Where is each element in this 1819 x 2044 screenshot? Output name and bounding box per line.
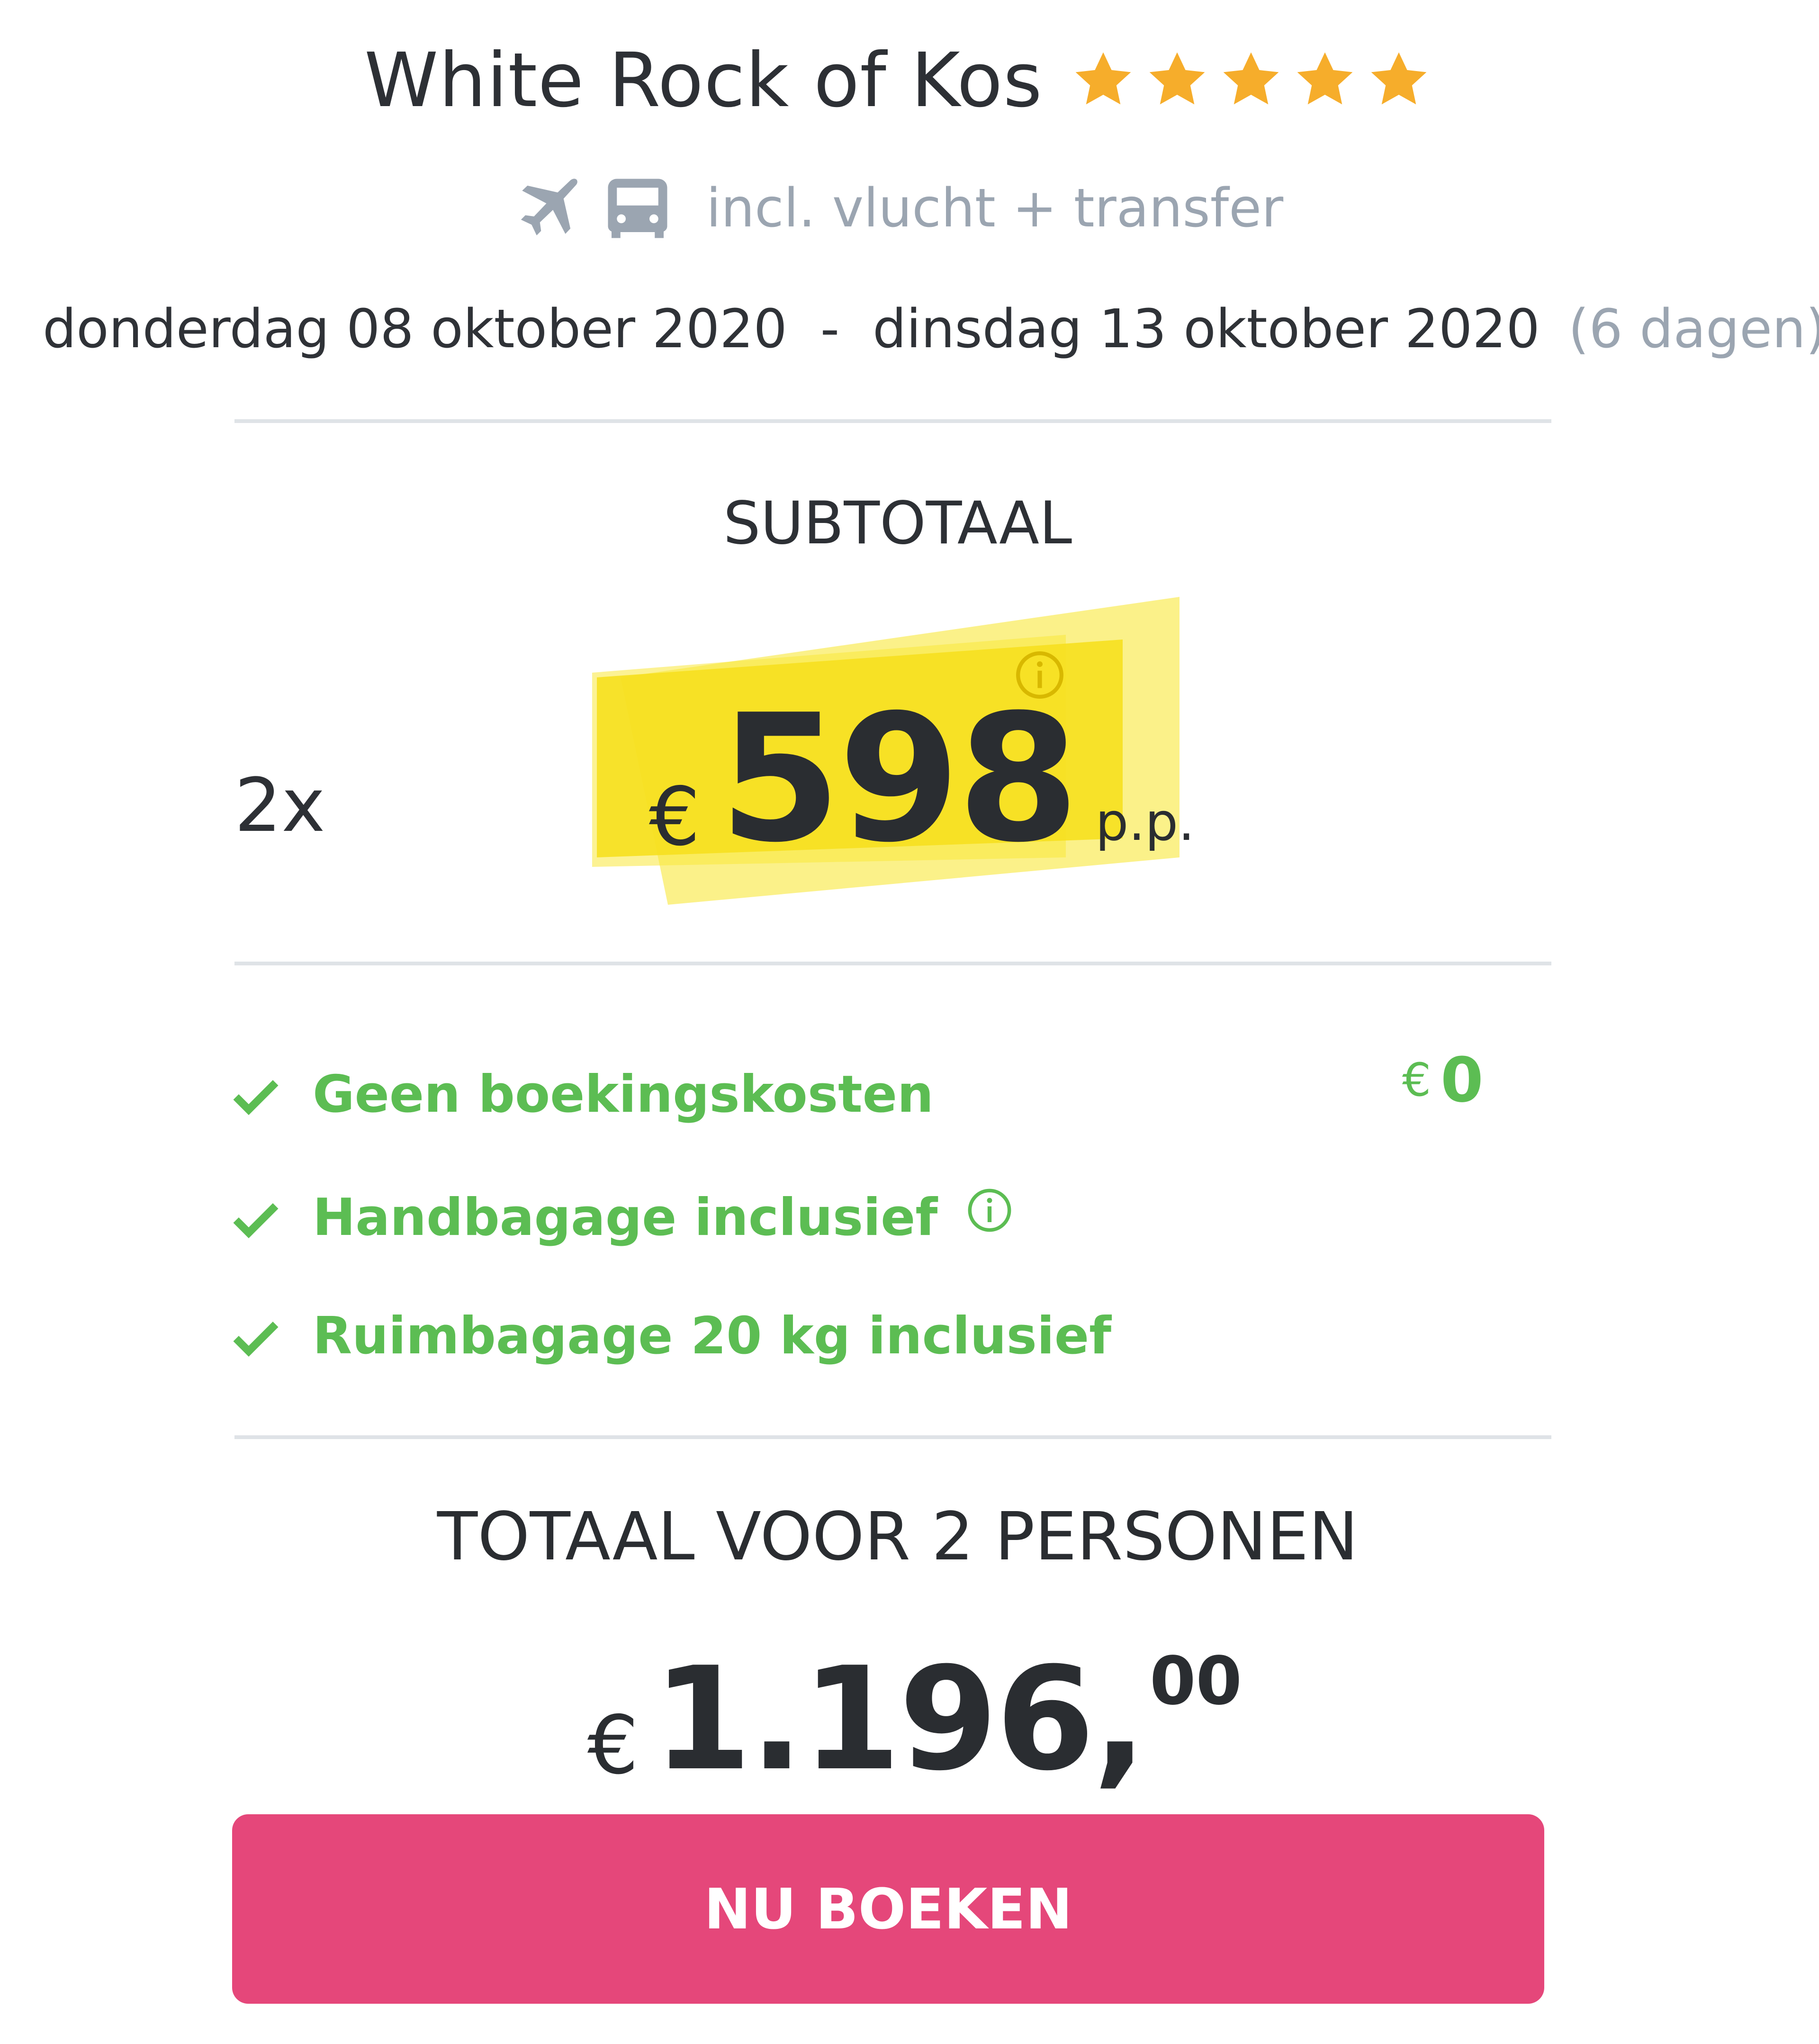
- title-row: White Rock of Kos: [0, 33, 1795, 128]
- price-unit: p.p.: [1095, 792, 1195, 852]
- star-icon: [1149, 52, 1205, 105]
- book-now-button[interactable]: NU BOEKEN: [232, 1814, 1544, 2004]
- total-amount: 1.196,: [653, 1637, 1147, 1802]
- subtotal-label: SUBTOTAAL: [723, 489, 1072, 558]
- checkmark-icon: [233, 1203, 279, 1238]
- booking-fee: € 0: [1402, 1037, 1484, 1123]
- list-item: Geen boekingskosten: [227, 1052, 934, 1137]
- travel-dates: donderdag 08 oktober 2020 - dinsdag 13 o…: [43, 289, 1819, 369]
- booking-fee-value: 0: [1441, 1044, 1484, 1116]
- inclusion-text: incl. vlucht + transfer: [706, 178, 1284, 239]
- price-currency: €: [649, 770, 701, 864]
- return-date: dinsdag 13 oktober 2020: [873, 298, 1540, 360]
- total-currency: €: [587, 1699, 639, 1792]
- star-icon: [1223, 52, 1279, 105]
- inclusion-label: Geen boekingskosten: [313, 1064, 934, 1124]
- travel-inclusion: incl. vlucht + transfer: [0, 166, 1795, 251]
- person-quantity: 2x: [234, 762, 325, 848]
- plane-icon: [521, 179, 577, 235]
- hotel-name: White Rock of Kos: [364, 37, 1043, 124]
- inclusion-label: Ruimbagage 20 kg inclusief: [313, 1306, 1112, 1366]
- total-price: € 1.196, 00: [587, 1648, 1242, 1791]
- booking-fee-currency: €: [1402, 1054, 1432, 1107]
- divider: [234, 962, 1551, 965]
- departure-date: donderdag 08 oktober 2020: [43, 298, 787, 360]
- list-item: Ruimbagage 20 kg inclusief: [227, 1293, 1111, 1378]
- checkmark-icon: [233, 1322, 279, 1357]
- star-rating: [1071, 43, 1431, 118]
- info-icon[interactable]: [966, 1187, 1013, 1234]
- bus-icon: [608, 179, 667, 238]
- total-label: TOTAAL VOOR 2 PERSONEN: [437, 1498, 1359, 1576]
- star-icon: [1297, 52, 1353, 105]
- divider: [234, 1435, 1551, 1439]
- divider: [234, 419, 1551, 423]
- checkmark-icon: [233, 1080, 279, 1115]
- price-per-person: € 598 p.p.: [649, 687, 1195, 867]
- price-amount: 598: [719, 677, 1079, 881]
- list-item: Handbagage inclusief: [227, 1175, 1013, 1260]
- inclusion-label: Handbagage inclusief: [313, 1188, 938, 1247]
- trip-duration: (6 dagen): [1568, 298, 1819, 360]
- date-separator: -: [820, 298, 840, 360]
- total-cents: 00: [1150, 1643, 1242, 1720]
- star-icon: [1075, 52, 1131, 105]
- star-icon: [1371, 52, 1427, 105]
